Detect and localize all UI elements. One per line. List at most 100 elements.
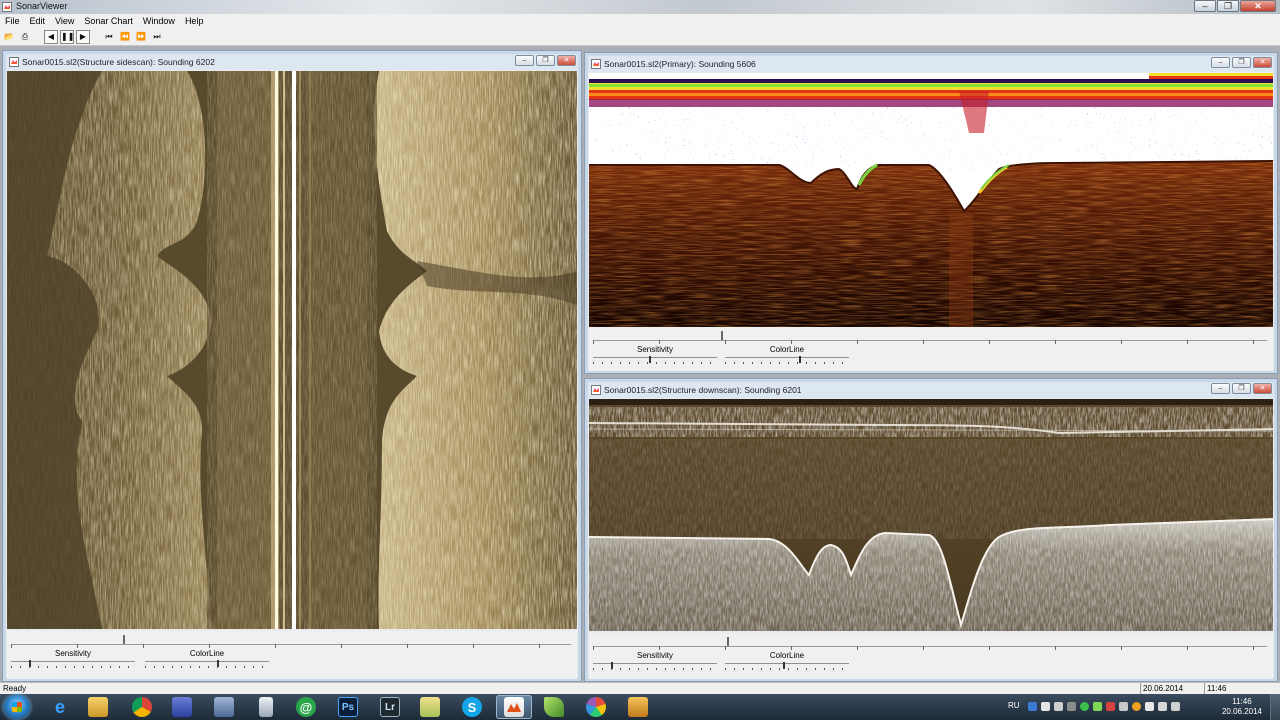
system-tray: RU 11:46 20.06.2014	[1000, 694, 1280, 720]
volume-icon[interactable]	[1171, 702, 1180, 711]
start-button[interactable]	[4, 695, 30, 719]
status-text: Ready	[3, 684, 27, 693]
sonarviewer-app-icon	[2, 2, 12, 12]
sidescan-sensitivity-slider[interactable]: Sensitivity	[11, 649, 135, 671]
step-back-icon[interactable]: ◀	[44, 29, 58, 44]
tray-app-icon[interactable]	[1028, 702, 1037, 711]
menu-help[interactable]: Help	[180, 16, 209, 26]
sidescan-sensitivity-label: Sensitivity	[54, 649, 91, 658]
skip-end-icon[interactable]: ⏭	[150, 30, 164, 44]
photoshop-icon[interactable]: Ps	[330, 695, 366, 719]
close-button[interactable]: ✕	[1240, 0, 1276, 12]
language-indicator[interactable]: RU	[1008, 701, 1020, 710]
sonarviewer-icon[interactable]	[496, 695, 532, 719]
menu-view[interactable]: View	[50, 16, 79, 26]
primary-close-button[interactable]: ✕	[1253, 57, 1272, 68]
tray-icons	[1028, 702, 1180, 711]
fast-forward-icon[interactable]: ⏩	[134, 30, 148, 44]
network-icon[interactable]	[1158, 702, 1167, 711]
menu-window[interactable]: Window	[138, 16, 180, 26]
tools-icon[interactable]	[620, 695, 656, 719]
sidescan-window: Sonar0015.sl2(Structure sidescan): Sound…	[2, 50, 582, 682]
primary-sensitivity-slider[interactable]: Sensitivity	[593, 345, 717, 367]
tray-app-icon[interactable]	[1106, 702, 1115, 711]
primary-controls: Sensitivity ColorLine	[589, 327, 1273, 371]
sonar-doc-icon	[9, 57, 19, 67]
tray-date: 20.06.2014	[1221, 707, 1262, 716]
app-title: SonarViewer	[16, 1, 68, 11]
leaf-app-icon[interactable]	[536, 695, 572, 719]
primary-window: Sonar0015.sl2(Primary): Sounding 5606 – …	[584, 52, 1278, 374]
file-explorer-icon[interactable]	[80, 695, 116, 719]
primary-colorline-slider[interactable]: ColorLine	[725, 345, 849, 367]
downscan-position-slider[interactable]	[593, 637, 1267, 650]
primary-minimize-button[interactable]: –	[1211, 57, 1230, 68]
minimize-button[interactable]: –	[1194, 0, 1216, 12]
pause-icon[interactable]: ❚❚	[60, 29, 74, 44]
downscan-window: Sonar0015.sl2(Structure downscan): Sound…	[584, 378, 1278, 682]
sonar-doc-icon	[591, 385, 601, 395]
mail-agent-icon[interactable]: @	[288, 695, 324, 719]
downscan-close-button[interactable]: ✕	[1253, 383, 1272, 394]
primary-restore-button[interactable]: ❐	[1232, 57, 1251, 68]
tray-app-icon[interactable]	[1054, 702, 1063, 711]
downscan-title: Sonar0015.sl2(Structure downscan): Sound…	[604, 385, 802, 395]
flag-icon[interactable]	[1145, 702, 1154, 711]
sidescan-minimize-button[interactable]: –	[515, 55, 534, 66]
tray-clock[interactable]: 11:46 20.06.2014	[1222, 697, 1262, 717]
tray-app-icon[interactable]	[1132, 702, 1141, 711]
mdi-workspace: Sonar0015.sl2(Structure sidescan): Sound…	[0, 46, 1280, 682]
primary-position-thumb[interactable]	[721, 331, 723, 340]
rewind-icon[interactable]: ⏪	[118, 30, 132, 44]
tray-app-icon[interactable]	[1041, 702, 1050, 711]
sidescan-controls: Sensitivity ColorLine	[7, 631, 577, 679]
tray-app-icon[interactable]	[1119, 702, 1128, 711]
menu-sonar-chart[interactable]: Sonar Chart	[79, 16, 138, 26]
downscan-minimize-button[interactable]: –	[1211, 383, 1230, 394]
tray-app-icon[interactable]	[1093, 702, 1102, 711]
tray-time: 11:46	[1232, 697, 1252, 706]
folder-app-icon[interactable]	[412, 695, 448, 719]
network-tool-icon[interactable]	[206, 695, 242, 719]
sidescan-position-thumb[interactable]	[123, 635, 125, 644]
downscan-restore-button[interactable]: ❐	[1232, 383, 1251, 394]
photo-viewer-icon[interactable]	[578, 695, 614, 719]
skype-icon[interactable]: S	[454, 695, 490, 719]
sidescan-position-slider[interactable]	[11, 635, 571, 648]
downscan-colorline-slider[interactable]: ColorLine	[725, 651, 849, 673]
sidescan-title-bar: Sonar0015.sl2(Structure sidescan): Sound…	[6, 54, 578, 70]
primary-title-bar: Sonar0015.sl2(Primary): Sounding 5606 – …	[588, 56, 1274, 72]
lightroom-icon[interactable]: Lr	[372, 695, 408, 719]
open-icon[interactable]: 📂	[2, 30, 16, 44]
chrome-icon[interactable]	[124, 695, 160, 719]
status-date: 20.06.2014	[1140, 683, 1204, 694]
sidescan-image[interactable]	[7, 71, 577, 629]
sidescan-restore-button[interactable]: ❐	[536, 55, 555, 66]
save-disk-icon[interactable]	[164, 695, 200, 719]
toolbar: 📂 ⎙ ◀ ❚❚ ▶ ⏮ ⏪ ⏩ ⏭	[0, 28, 1280, 46]
menu-edit[interactable]: Edit	[25, 16, 51, 26]
skip-start-icon[interactable]: ⏮	[102, 30, 116, 44]
calculator-icon[interactable]	[248, 695, 284, 719]
status-time: 11:46	[1204, 683, 1258, 694]
internet-explorer-icon[interactable]: e	[42, 695, 78, 719]
primary-sensitivity-label: Sensitivity	[636, 345, 673, 354]
primary-sonar-image[interactable]	[589, 73, 1273, 327]
tray-app-icon[interactable]	[1080, 702, 1089, 711]
downscan-sonar-image[interactable]	[589, 399, 1273, 631]
downscan-position-thumb[interactable]	[727, 637, 729, 646]
menu-file[interactable]: File	[0, 16, 25, 26]
show-desktop-button[interactable]	[1270, 694, 1280, 720]
restore-button[interactable]: ❐	[1217, 0, 1239, 12]
primary-position-slider[interactable]	[593, 331, 1267, 344]
app-title-bar: SonarViewer – ❐ ✕	[0, 0, 1280, 14]
print-icon[interactable]: ⎙	[18, 30, 32, 44]
sidescan-colorline-slider[interactable]: ColorLine	[145, 649, 269, 671]
downscan-controls: Sensitivity ColorLine	[589, 633, 1273, 679]
play-icon[interactable]: ▶	[76, 29, 90, 44]
primary-title: Sonar0015.sl2(Primary): Sounding 5606	[604, 59, 756, 69]
tray-app-icon[interactable]	[1067, 702, 1076, 711]
downscan-sensitivity-slider[interactable]: Sensitivity	[593, 651, 717, 673]
status-bar: Ready 20.06.2014 11:46	[0, 682, 1280, 694]
sidescan-close-button[interactable]: ✕	[557, 55, 576, 66]
